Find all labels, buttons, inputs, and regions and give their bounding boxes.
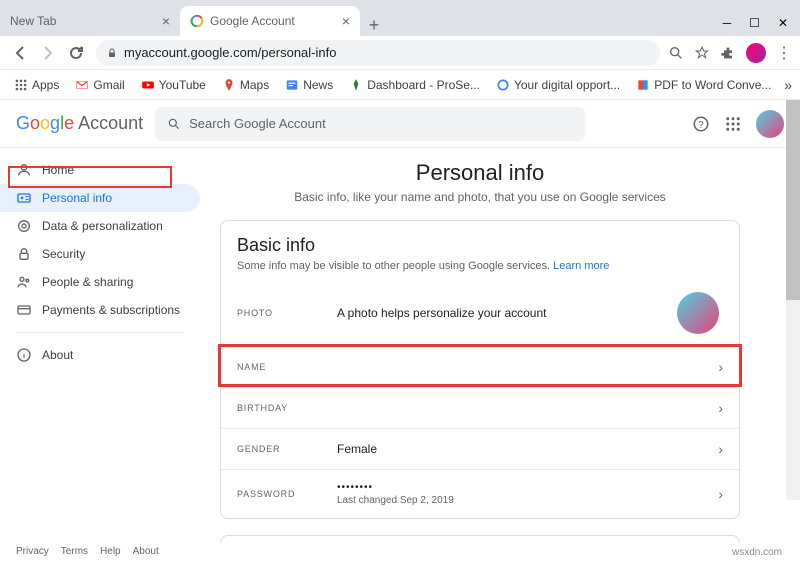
search-input[interactable]: Search Google Account	[155, 107, 585, 141]
sidebar-item-data[interactable]: Data & personalization	[0, 212, 200, 240]
zoom-icon[interactable]	[668, 45, 684, 61]
row-name[interactable]: NAME ›	[221, 346, 739, 387]
watermark: wsxdn.com	[728, 546, 786, 559]
url-text: myaccount.google.com/personal-info	[124, 45, 336, 60]
sidebar-item-about[interactable]: About	[0, 341, 200, 369]
forward-button[interactable]	[36, 41, 60, 65]
minimize-icon[interactable]: ─	[723, 16, 732, 30]
bookmarks-overflow-icon[interactable]: »	[784, 77, 792, 93]
url-input[interactable]: myaccount.google.com/personal-info	[96, 40, 660, 66]
lock-icon	[106, 47, 118, 59]
learn-more-link[interactable]: Learn more	[553, 260, 609, 272]
close-icon[interactable]: ×	[342, 13, 350, 29]
people-icon	[16, 274, 32, 290]
data-icon	[16, 218, 32, 234]
profile-avatar-icon[interactable]	[746, 43, 766, 63]
bookmark-digital[interactable]: Your digital opport...	[490, 75, 626, 95]
news-icon	[285, 78, 299, 92]
maximize-icon[interactable]: ☐	[749, 16, 760, 30]
page-title: Personal info	[220, 160, 740, 186]
google-icon	[496, 78, 510, 92]
menu-icon[interactable]: ⋮	[776, 43, 792, 63]
lock-icon	[16, 246, 32, 262]
chevron-right-icon: ›	[718, 400, 723, 416]
new-tab-button[interactable]: +	[360, 15, 388, 36]
apps-grid-icon[interactable]	[724, 115, 742, 133]
gmail-icon	[75, 78, 89, 92]
search-icon	[167, 117, 181, 131]
star-icon[interactable]	[694, 45, 710, 61]
address-bar: myaccount.google.com/personal-info ⋮	[0, 36, 800, 70]
close-icon[interactable]: ×	[162, 13, 170, 29]
page-subtitle: Basic info, like your name and photo, th…	[220, 190, 740, 204]
card-icon	[16, 302, 32, 318]
footer-link[interactable]: Privacy	[16, 546, 49, 557]
sidebar-item-security[interactable]: Security	[0, 240, 200, 268]
youtube-icon	[141, 78, 155, 92]
tab-title: Google Account	[210, 14, 295, 28]
row-password[interactable]: PASSWORD •••••••• Last changed Sep 2, 20…	[221, 469, 739, 518]
sidebar-item-people[interactable]: People & sharing	[0, 268, 200, 296]
footer-link[interactable]: About	[133, 546, 159, 557]
reload-button[interactable]	[64, 41, 88, 65]
info-icon	[16, 347, 32, 363]
row-photo[interactable]: PHOTO A photo helps personalize your acc…	[221, 280, 739, 346]
favicon-icon	[190, 14, 204, 28]
page-header: Google Account Search Google Account ?	[0, 100, 800, 148]
sidebar: Home Personal info Data & personalizatio…	[0, 148, 200, 543]
apps-icon	[14, 78, 28, 92]
tab-new[interactable]: New Tab ×	[0, 6, 180, 36]
bookmark-news[interactable]: News	[279, 75, 339, 95]
row-gender[interactable]: GENDER Female ›	[221, 428, 739, 469]
row-birthday[interactable]: BIRTHDAY ›	[221, 387, 739, 428]
scrollbar[interactable]	[786, 100, 800, 500]
card-title: Basic info	[237, 235, 723, 256]
chevron-right-icon: ›	[718, 359, 723, 375]
account-avatar-icon[interactable]	[756, 110, 784, 138]
scrollbar-thumb[interactable]	[786, 100, 800, 300]
help-icon[interactable]: ?	[692, 115, 710, 133]
card-subtitle: Some info may be visible to other people…	[237, 260, 723, 272]
svg-text:?: ?	[698, 119, 704, 130]
tab-google-account[interactable]: Google Account ×	[180, 6, 360, 36]
dashboard-icon	[349, 78, 363, 92]
content: Home Personal info Data & personalizatio…	[0, 148, 800, 543]
window-controls: ─ ☐ ✕	[723, 16, 800, 36]
bookmark-gmail[interactable]: Gmail	[69, 75, 130, 95]
sidebar-item-personal-info[interactable]: Personal info	[0, 184, 200, 212]
bookmarks-bar: Apps Gmail YouTube Maps News Dashboard -…	[0, 70, 800, 100]
browser-titlebar: New Tab × Google Account × + ─ ☐ ✕	[0, 0, 800, 36]
footer-link[interactable]: Terms	[61, 546, 88, 557]
basic-info-card: Basic info Some info may be visible to o…	[220, 220, 740, 519]
bookmark-maps[interactable]: Maps	[216, 75, 275, 95]
search-placeholder: Search Google Account	[189, 116, 326, 131]
profile-photo-icon	[677, 292, 719, 334]
maps-icon	[222, 78, 236, 92]
divider	[16, 332, 184, 333]
chevron-right-icon: ›	[718, 441, 723, 457]
bookmark-apps[interactable]: Apps	[8, 75, 65, 95]
home-icon	[16, 162, 32, 178]
main-content: Personal info Basic info, like your name…	[200, 148, 800, 543]
contact-info-card: Contact info EMAIL › PHONE ›	[220, 535, 740, 543]
footer-link[interactable]: Help	[100, 546, 121, 557]
extensions-icon[interactable]	[720, 45, 736, 61]
back-button[interactable]	[8, 41, 32, 65]
bookmark-pdf[interactable]: PDF to Word Conve...	[630, 75, 777, 95]
pdf-icon	[636, 78, 650, 92]
chevron-right-icon: ›	[718, 486, 723, 502]
sidebar-item-payments[interactable]: Payments & subscriptions	[0, 296, 200, 324]
id-card-icon	[16, 190, 32, 206]
tab-title: New Tab	[10, 14, 56, 28]
bookmark-dashboard[interactable]: Dashboard - ProSe...	[343, 75, 486, 95]
bookmark-youtube[interactable]: YouTube	[135, 75, 212, 95]
google-account-logo[interactable]: Google Account	[16, 113, 143, 134]
footer-links: Privacy Terms Help About	[16, 546, 159, 557]
close-window-icon[interactable]: ✕	[778, 16, 788, 30]
sidebar-item-home[interactable]: Home	[0, 156, 200, 184]
